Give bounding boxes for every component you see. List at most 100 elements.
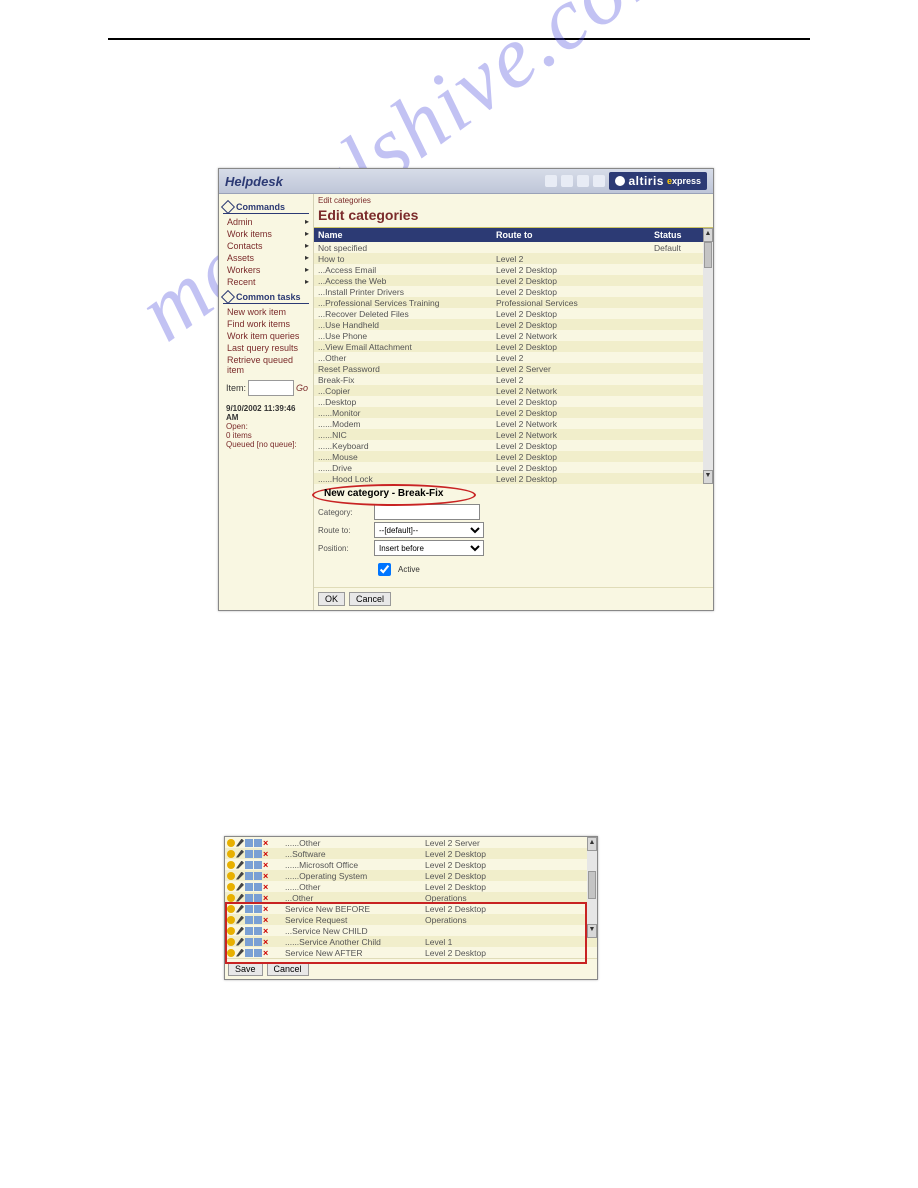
category-row[interactable]: ...Install Printer DriversLevel 2 Deskto… <box>314 286 713 297</box>
new-icon[interactable] <box>227 905 235 913</box>
category-row[interactable]: ...View Email AttachmentLevel 2 Desktop <box>314 341 713 352</box>
delete-icon[interactable]: × <box>263 894 271 902</box>
delete-icon[interactable]: × <box>263 938 271 946</box>
insert-before-icon[interactable] <box>245 916 253 924</box>
insert-before-icon[interactable] <box>245 949 253 957</box>
scroll-up-icon[interactable]: ▲ <box>703 228 713 242</box>
category-row[interactable]: How toLevel 2 <box>314 253 713 264</box>
sidebar-task-item[interactable]: Retrieve queued item <box>223 354 309 376</box>
category-row[interactable]: ...Access the WebLevel 2 Desktop <box>314 275 713 286</box>
insert-before-icon[interactable] <box>245 938 253 946</box>
sidebar-task-item[interactable]: Last query results <box>223 342 309 354</box>
edit-icon[interactable] <box>236 861 244 869</box>
insert-after-icon[interactable] <box>254 916 262 924</box>
category-row[interactable]: ...OtherLevel 2 <box>314 352 713 363</box>
delete-icon[interactable]: × <box>263 839 271 847</box>
delete-icon[interactable]: × <box>263 916 271 924</box>
category-row[interactable]: ......Hood LockLevel 2 Desktop <box>314 473 713 484</box>
insert-after-icon[interactable] <box>254 927 262 935</box>
category-row[interactable]: ×...OtherOperations <box>225 892 597 903</box>
sidebar-task-item[interactable]: Find work items <box>223 318 309 330</box>
delete-icon[interactable]: × <box>263 872 271 880</box>
insert-before-icon[interactable] <box>245 861 253 869</box>
new-icon[interactable] <box>227 861 235 869</box>
insert-after-icon[interactable] <box>254 938 262 946</box>
delete-icon[interactable]: × <box>263 949 271 957</box>
category-row[interactable]: Break-FixLevel 2 <box>314 374 713 385</box>
insert-after-icon[interactable] <box>254 861 262 869</box>
sidebar-command-item[interactable]: Workers <box>223 264 309 276</box>
edit-icon[interactable] <box>236 905 244 913</box>
new-icon[interactable] <box>227 949 235 957</box>
delete-icon[interactable]: × <box>263 850 271 858</box>
cancel-button[interactable]: Cancel <box>267 962 309 976</box>
print-icon[interactable] <box>561 175 573 187</box>
cancel-button[interactable]: Cancel <box>349 592 391 606</box>
category-row[interactable]: ×......Service Another ChildLevel 1 <box>225 936 597 947</box>
delete-icon[interactable]: × <box>263 861 271 869</box>
insert-before-icon[interactable] <box>245 883 253 891</box>
scroll-thumb[interactable] <box>704 242 712 268</box>
ok-button[interactable]: OK <box>318 592 345 606</box>
category-row[interactable]: ×Service New BEFORELevel 2 Desktop <box>225 903 597 914</box>
edit-icon[interactable] <box>236 839 244 847</box>
category-row[interactable]: ...Use PhoneLevel 2 Network <box>314 330 713 341</box>
category-row[interactable]: ......MouseLevel 2 Desktop <box>314 451 713 462</box>
sidebar-task-item[interactable]: New work item <box>223 306 309 318</box>
category-row[interactable]: ...DesktopLevel 2 Desktop <box>314 396 713 407</box>
position-select[interactable]: Insert before <box>374 540 484 556</box>
category-row[interactable]: ...CopierLevel 2 Network <box>314 385 713 396</box>
sidebar-command-item[interactable]: Contacts <box>223 240 309 252</box>
category-row[interactable]: ...Professional Services TrainingProfess… <box>314 297 713 308</box>
edit-icon[interactable] <box>236 916 244 924</box>
category-row[interactable]: ×......Operating SystemLevel 2 Desktop <box>225 870 597 881</box>
insert-after-icon[interactable] <box>254 839 262 847</box>
column-route[interactable]: Route to <box>492 228 650 242</box>
edit-icon[interactable] <box>236 850 244 858</box>
scroll-down-icon[interactable]: ▼ <box>587 924 597 938</box>
help-icon[interactable] <box>593 175 605 187</box>
category-row[interactable]: ......MonitorLevel 2 Desktop <box>314 407 713 418</box>
sidebar-task-item[interactable]: Work item queries <box>223 330 309 342</box>
grid-scrollbar[interactable]: ▲ ▼ <box>703 228 713 484</box>
go-link[interactable]: Go <box>296 383 308 393</box>
scroll-down-icon[interactable]: ▼ <box>703 470 713 484</box>
category-row[interactable]: ...Recover Deleted FilesLevel 2 Desktop <box>314 308 713 319</box>
sidebar-command-item[interactable]: Admin <box>223 216 309 228</box>
insert-before-icon[interactable] <box>245 839 253 847</box>
list-scrollbar[interactable]: ▲ ▼ <box>587 837 597 938</box>
insert-before-icon[interactable] <box>245 905 253 913</box>
insert-after-icon[interactable] <box>254 872 262 880</box>
edit-icon[interactable] <box>236 872 244 880</box>
category-row[interactable]: ×......OtherLevel 2 Desktop <box>225 881 597 892</box>
scroll-up-icon[interactable]: ▲ <box>587 837 597 851</box>
category-row[interactable]: ×...SoftwareLevel 2 Desktop <box>225 848 597 859</box>
edit-icon[interactable] <box>236 927 244 935</box>
edit-icon[interactable] <box>236 938 244 946</box>
active-checkbox[interactable] <box>378 563 391 576</box>
sidebar-command-item[interactable]: Assets <box>223 252 309 264</box>
refresh-icon[interactable] <box>577 175 589 187</box>
category-row[interactable]: ......NICLevel 2 Network <box>314 429 713 440</box>
category-row[interactable]: ......KeyboardLevel 2 Desktop <box>314 440 713 451</box>
edit-icon[interactable] <box>236 883 244 891</box>
new-icon[interactable] <box>227 839 235 847</box>
insert-before-icon[interactable] <box>245 872 253 880</box>
category-row[interactable]: ×......Microsoft OfficeLevel 2 Desktop <box>225 859 597 870</box>
delete-icon[interactable]: × <box>263 927 271 935</box>
category-row[interactable]: ...Access EmailLevel 2 Desktop <box>314 264 713 275</box>
new-icon[interactable] <box>227 938 235 946</box>
category-row[interactable]: Reset PasswordLevel 2 Server <box>314 363 713 374</box>
category-row[interactable]: ...Use HandheldLevel 2 Desktop <box>314 319 713 330</box>
insert-after-icon[interactable] <box>254 850 262 858</box>
category-row[interactable]: ......DriveLevel 2 Desktop <box>314 462 713 473</box>
edit-icon[interactable] <box>236 894 244 902</box>
new-icon[interactable] <box>227 894 235 902</box>
category-row[interactable]: Not specifiedDefault <box>314 242 713 253</box>
category-row[interactable]: ......ModemLevel 2 Network <box>314 418 713 429</box>
scroll-thumb[interactable] <box>588 871 596 899</box>
insert-after-icon[interactable] <box>254 883 262 891</box>
sidebar-command-item[interactable]: Work items <box>223 228 309 240</box>
column-name[interactable]: Name <box>314 228 492 242</box>
new-icon[interactable] <box>227 916 235 924</box>
